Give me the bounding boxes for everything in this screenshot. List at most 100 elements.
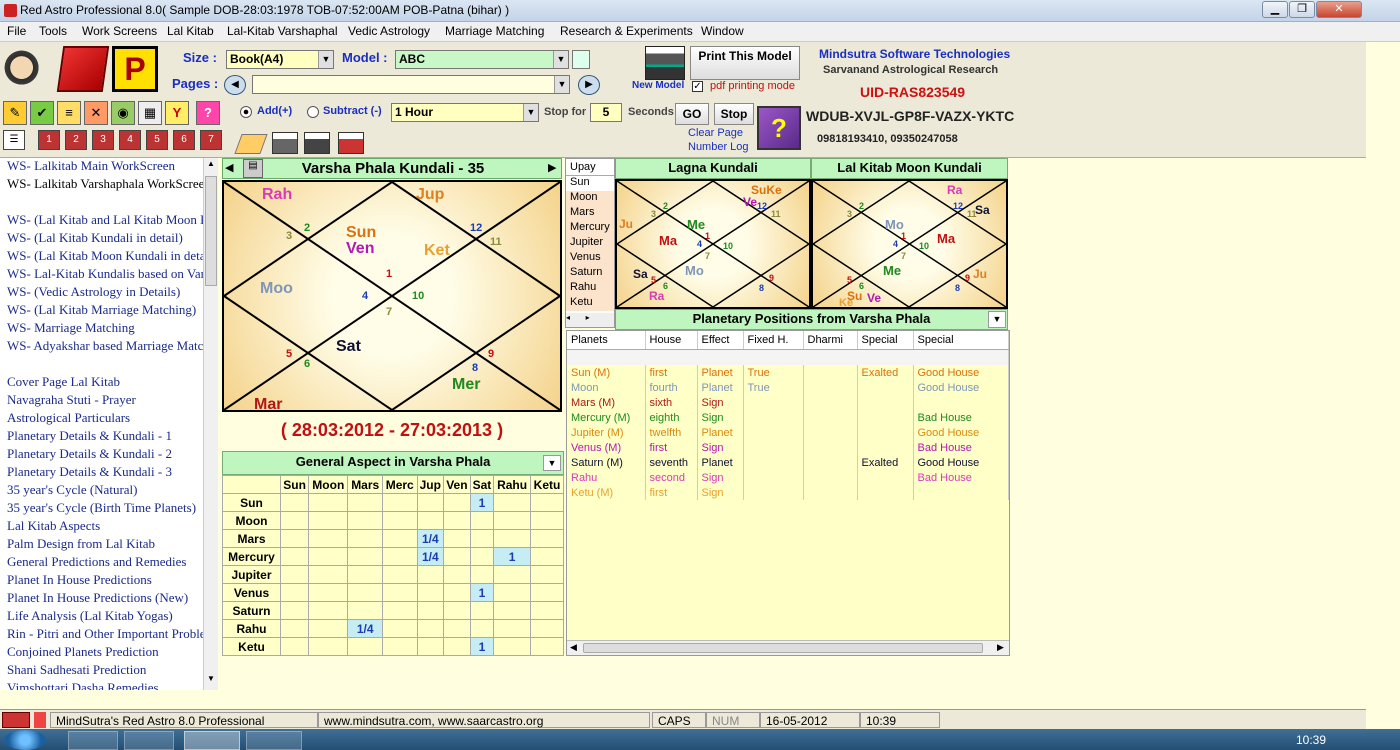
- list-item[interactable]: Rin - Pitri and Other Important Problems: [7, 626, 203, 642]
- menu-vedic-astrology[interactable]: Vedic Astrology: [348, 24, 430, 38]
- list-item[interactable]: Navagraha Stuti - Prayer: [7, 392, 203, 408]
- upay-item[interactable]: Rahu: [566, 281, 614, 296]
- sidebar-item-ws-marriage[interactable]: WS- Marriage Matching: [7, 320, 203, 336]
- pages-select[interactable]: ▼: [252, 75, 570, 94]
- menu-work-screens[interactable]: Work Screens: [82, 24, 157, 38]
- print-icon[interactable]: [272, 132, 298, 154]
- upay-item[interactable]: Saturn: [566, 266, 614, 281]
- upay-item[interactable]: Ketu: [566, 296, 614, 311]
- list-item[interactable]: Planetary Details & Kundali - 1: [7, 428, 203, 444]
- upay-item[interactable]: Mercury: [566, 221, 614, 236]
- help-book-icon[interactable]: ?: [757, 106, 801, 150]
- help-icon[interactable]: ?: [196, 101, 220, 125]
- page-4-icon[interactable]: 4: [119, 130, 141, 150]
- scroll-thumb[interactable]: [583, 643, 983, 653]
- taskbar-redastro-icon[interactable]: [184, 731, 240, 750]
- pdf-mode-checkbox[interactable]: ✓: [692, 81, 703, 92]
- list-item[interactable]: Shani Sadhesati Prediction: [7, 662, 203, 678]
- open-book-icon[interactable]: [234, 134, 268, 154]
- scroll-left-icon[interactable]: ◀: [570, 642, 577, 653]
- upay-item[interactable]: Sun: [566, 176, 614, 191]
- users-icon[interactable]: [4, 46, 48, 94]
- workscreen-icon[interactable]: ✎: [3, 101, 27, 125]
- table-row[interactable]: Moon fourth Planet True Good House: [567, 380, 1009, 395]
- scroll-thumb[interactable]: [205, 176, 217, 286]
- chevron-down-icon[interactable]: ▼: [988, 311, 1006, 328]
- sidebar-item-ws-lk-detail[interactable]: WS- (Lal Kitab Kundali in detail): [7, 230, 203, 246]
- list-item[interactable]: Lal Kitab Aspects: [7, 518, 203, 534]
- prev-page-icon[interactable]: ◀: [224, 75, 246, 95]
- sidebar-item-ws-kundalis-varsha[interactable]: WS- Lal-Kitab Kundalis based on Varsha: [7, 266, 203, 282]
- list-item[interactable]: 35 year's Cycle (Birth Time Planets): [7, 500, 203, 516]
- page-6-icon[interactable]: 6: [173, 130, 195, 150]
- list-item[interactable]: Palm Design from Lal Kitab: [7, 536, 203, 552]
- model-select[interactable]: ABC ▼: [395, 50, 569, 69]
- menu-tools[interactable]: Tools: [39, 24, 67, 38]
- list-item[interactable]: General Predictions and Remedies: [7, 554, 203, 570]
- print-color-icon[interactable]: [338, 132, 364, 154]
- menu-file[interactable]: File: [7, 24, 26, 38]
- taskbar-app-icon[interactable]: [246, 731, 302, 750]
- maximize-button[interactable]: ❐: [1289, 1, 1315, 18]
- page-7-icon[interactable]: 7: [200, 130, 222, 150]
- scroll-up-icon[interactable]: ▲: [205, 159, 217, 173]
- page-2-icon[interactable]: 2: [65, 130, 87, 150]
- red-book-icon[interactable]: [56, 46, 110, 92]
- stop-button[interactable]: Stop: [714, 103, 754, 125]
- notes-icon[interactable]: ≡: [57, 101, 81, 125]
- sidebar-scrollbar[interactable]: ▲ ▼: [203, 158, 218, 690]
- taskbar-folder-icon[interactable]: [124, 731, 174, 750]
- page-3-icon[interactable]: 3: [92, 130, 114, 150]
- list-icon[interactable]: ☰: [3, 130, 25, 150]
- sidebar-item-ws-moon-detail[interactable]: WS- (Lal Kitab Moon Kundali in detail): [7, 248, 203, 264]
- close-button[interactable]: ✕: [1316, 1, 1362, 18]
- page-5-icon[interactable]: 5: [146, 130, 168, 150]
- subtract-radio[interactable]: [307, 106, 319, 118]
- list-item[interactable]: Life Analysis (Lal Kitab Yogas): [7, 608, 203, 624]
- upay-item[interactable]: Mars: [566, 206, 614, 221]
- chevron-down-icon[interactable]: ▼: [543, 455, 561, 471]
- grid-chart-icon[interactable]: ▦: [138, 101, 162, 125]
- globe-icon[interactable]: ◉: [111, 101, 135, 125]
- menu-research[interactable]: Research & Experiments: [560, 24, 693, 38]
- horizontal-scrollbar[interactable]: ◀ ▶: [567, 640, 1009, 655]
- sidebar-item-ws-vedic[interactable]: WS- (Vedic Astrology in Details): [7, 284, 203, 300]
- list-item[interactable]: Cover Page Lal Kitab: [7, 374, 203, 390]
- menu-lal-kitab-varshaphal[interactable]: Lal-Kitab Varshaphal: [227, 24, 338, 38]
- list-item[interactable]: 35 year's Cycle (Natural): [7, 482, 203, 498]
- cross-chart-icon[interactable]: ✕: [84, 101, 108, 125]
- table-row[interactable]: Venus (M) first Sign Bad House: [567, 440, 1009, 455]
- next-year-icon[interactable]: ▶: [548, 161, 556, 174]
- go-button[interactable]: GO: [675, 103, 709, 125]
- menu-marriage-matching[interactable]: Marriage Matching: [445, 24, 544, 38]
- list-item[interactable]: Astrological Particulars: [7, 410, 203, 426]
- scroll-down-icon[interactable]: ▼: [205, 674, 217, 688]
- page-1-icon[interactable]: 1: [38, 130, 60, 150]
- upay-item[interactable]: Venus: [566, 251, 614, 266]
- menu-lal-kitab[interactable]: Lal Kitab: [167, 24, 214, 38]
- list-item[interactable]: Planet In House Predictions: [7, 572, 203, 588]
- taskbar-tool-icon[interactable]: [68, 731, 118, 750]
- upay-item[interactable]: Moon: [566, 191, 614, 206]
- print-preview-icon[interactable]: P: [112, 46, 158, 92]
- yantra-icon[interactable]: Y: [165, 101, 189, 125]
- upay-scrollbar[interactable]: ◂ ▸: [566, 313, 614, 327]
- scroll-right-icon[interactable]: ▶: [997, 642, 1004, 653]
- table-row[interactable]: Rahu second Sign Bad House: [567, 470, 1009, 485]
- checklist-icon[interactable]: ✔: [30, 101, 54, 125]
- sidebar-item-ws-varshaphala[interactable]: WS- Lalkitab Varshaphala WorkScreen: [7, 176, 203, 192]
- list-item[interactable]: Vimshottari Dasha Remedies: [7, 680, 203, 690]
- table-row[interactable]: Mercury (M) eighth Sign Bad House: [567, 410, 1009, 425]
- sidebar-item-ws-lk-marriage[interactable]: WS- (Lal Kitab Marriage Matching): [7, 302, 203, 318]
- add-radio[interactable]: [240, 106, 252, 118]
- table-row[interactable]: Ketu (M) first Sign: [567, 485, 1009, 500]
- menu-window[interactable]: Window: [701, 24, 744, 38]
- table-row[interactable]: Mars (M) sixth Sign: [567, 395, 1009, 410]
- sidebar-item-ws-main[interactable]: WS- Lalkitab Main WorkScreen: [7, 158, 203, 174]
- clear-page-link[interactable]: Clear Page: [688, 127, 743, 139]
- next-page-icon[interactable]: ▶: [578, 75, 600, 95]
- upay-item[interactable]: Jupiter: [566, 236, 614, 251]
- refresh-icon[interactable]: [572, 50, 590, 69]
- size-select[interactable]: Book(A4) ▼: [226, 50, 334, 69]
- new-model-label[interactable]: New Model: [632, 80, 684, 91]
